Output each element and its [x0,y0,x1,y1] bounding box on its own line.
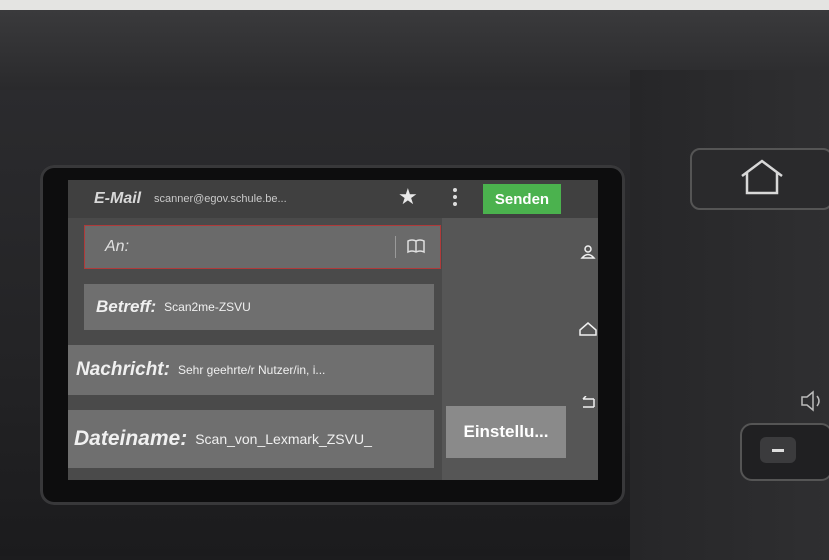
book-icon[interactable] [407,238,425,259]
send-button[interactable]: Senden [483,184,561,214]
app-title: E-Mail [94,190,142,207]
to-label: An: [105,238,130,255]
speaker-icon [800,390,826,418]
filename-field[interactable]: Dateiname: Scan_von_Lexmark_ZSVU_ [68,410,434,468]
subject-label: Betreff: [96,297,157,316]
back-arrow-icon[interactable] [578,394,598,415]
message-label: Nachricht: [76,359,170,380]
subject-value: Scan2me-ZSVU [164,300,251,314]
home-icon [738,158,786,201]
to-field[interactable]: An: [84,225,441,269]
printer-side-panel [630,70,829,560]
minus-icon [760,437,796,463]
settings-button[interactable]: Einstellu... [446,406,566,458]
subject-field[interactable]: Betreff: Scan2me-ZSVU [84,284,434,330]
touch-screen: E-Mail scanner@egov.schule.be... ★ Sende… [68,180,598,480]
sender-address: scanner@egov.schule.be... [154,193,287,205]
title-bar: E-Mail scanner@egov.schule.be... ★ Sende… [68,180,598,218]
message-field[interactable]: Nachricht: Sehr geehrte/r Nutzer/in, i..… [68,345,434,395]
hardware-home-button[interactable] [690,148,829,210]
person-icon[interactable] [578,244,598,265]
filename-value: Scan_von_Lexmark_ZSVU_ [195,431,372,447]
star-icon[interactable]: ★ [398,186,418,208]
filename-label: Dateiname: [74,427,188,450]
home-icon[interactable] [578,320,598,341]
message-value: Sehr geehrte/r Nutzer/in, i... [177,363,326,377]
field-divider [395,236,396,258]
more-vertical-icon[interactable] [452,188,458,210]
volume-down-button[interactable] [740,423,829,481]
